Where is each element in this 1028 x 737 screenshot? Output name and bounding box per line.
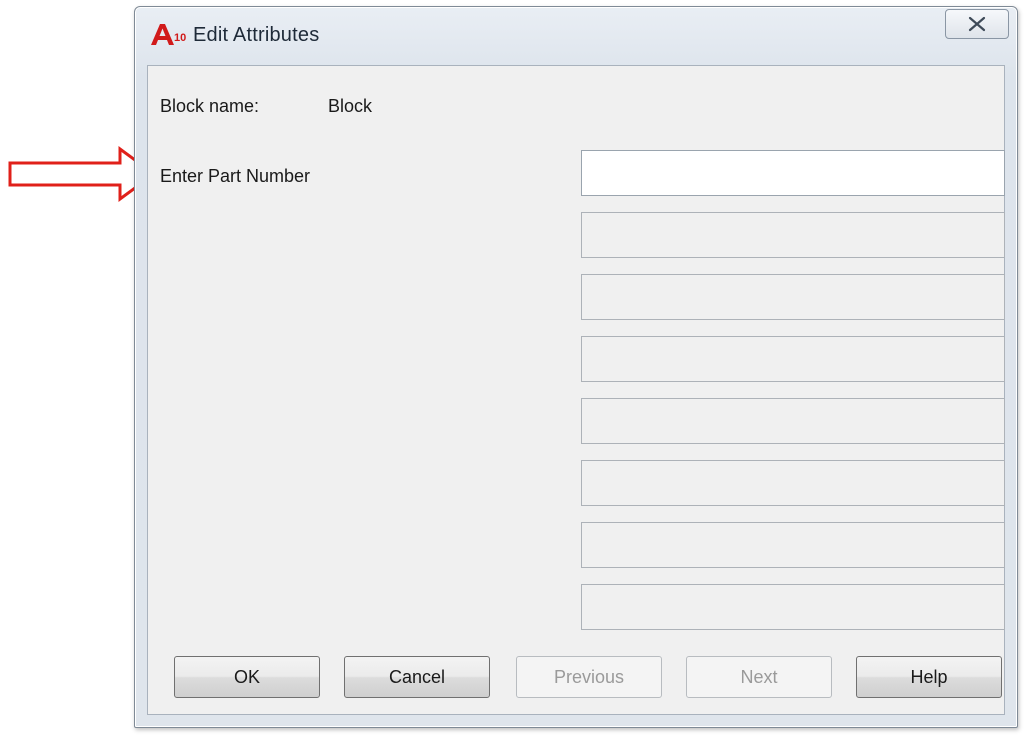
attribute-field-empty xyxy=(581,460,1005,506)
next-button: Next xyxy=(686,656,832,698)
attribute-field-empty xyxy=(581,336,1005,382)
attribute-field-empty xyxy=(581,522,1005,568)
dialog-body: Block name: Block Enter Part Number OK C… xyxy=(147,65,1005,715)
block-name-value: Block xyxy=(328,96,373,116)
edit-attributes-dialog: 10 Edit Attributes Block name: Block Ent… xyxy=(134,6,1018,728)
attribute-field-empty xyxy=(581,274,1005,320)
attribute-field-empty xyxy=(581,212,1005,258)
cancel-button[interactable]: Cancel xyxy=(344,656,490,698)
block-name-label: Block name: xyxy=(160,96,260,116)
help-button[interactable]: Help xyxy=(856,656,1002,698)
previous-button: Previous xyxy=(516,656,662,698)
title-bar[interactable]: 10 Edit Attributes xyxy=(135,7,1017,63)
close-icon xyxy=(968,16,986,32)
part-number-input[interactable] xyxy=(581,150,1005,196)
prompt-label-part-number: Enter Part Number xyxy=(160,166,311,186)
close-button[interactable] xyxy=(945,9,1009,39)
attribute-field-empty xyxy=(581,584,1005,630)
svg-text:10: 10 xyxy=(174,32,186,44)
autocad-app-icon: 10 xyxy=(151,24,186,45)
attribute-field-empty xyxy=(581,398,1005,444)
window-title: Edit Attributes xyxy=(193,24,320,46)
ok-button[interactable]: OK xyxy=(174,656,320,698)
